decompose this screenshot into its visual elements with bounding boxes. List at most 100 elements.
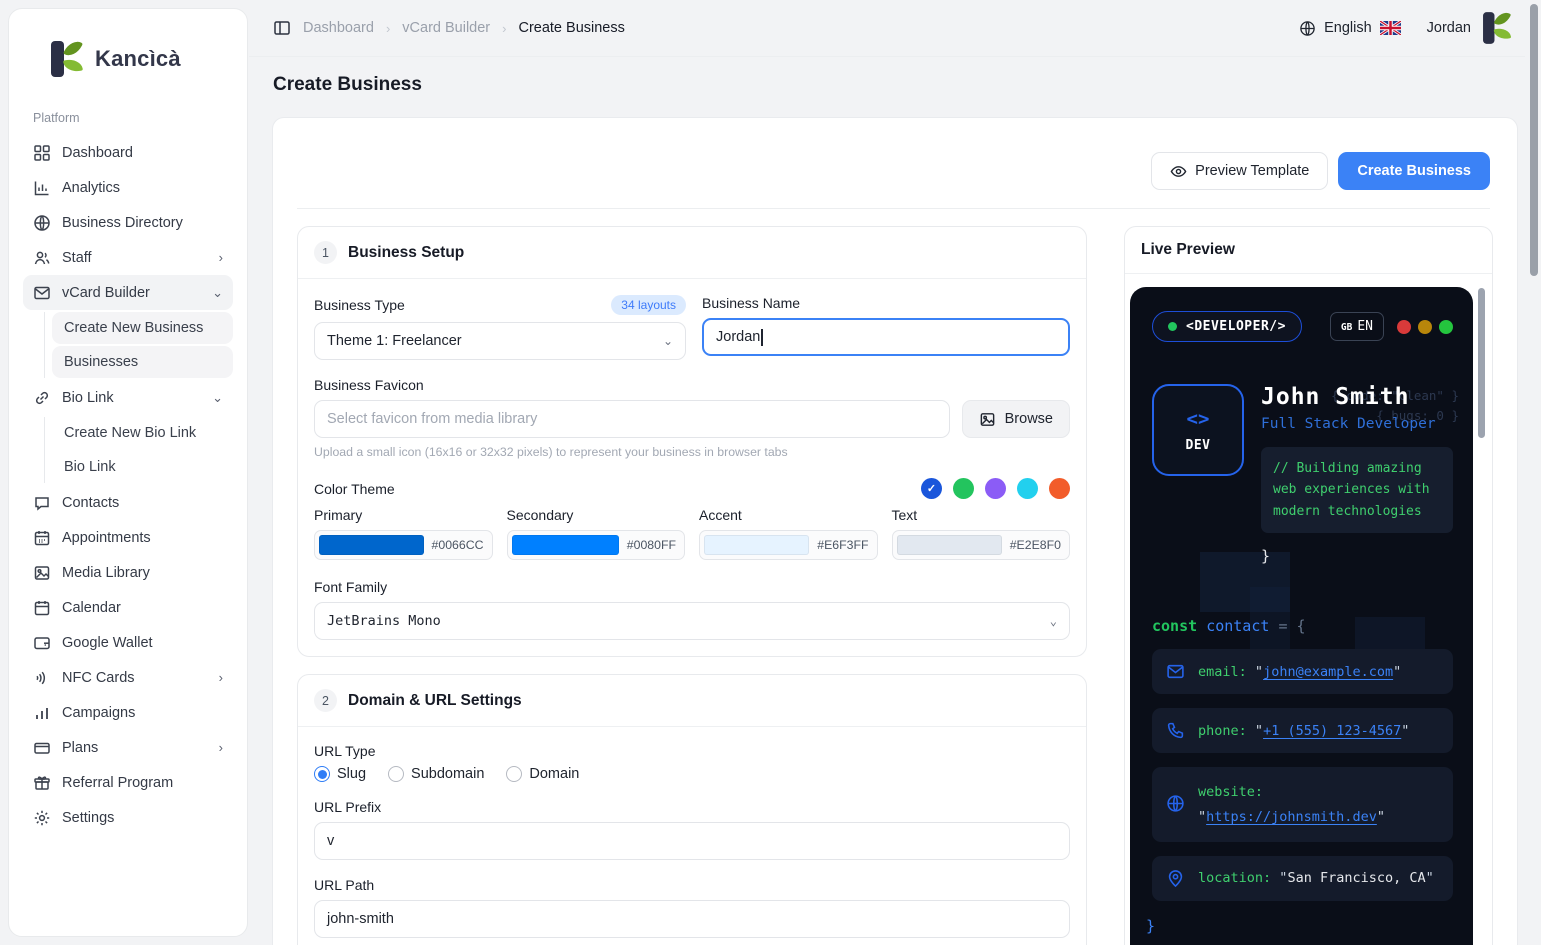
preset-cyan[interactable] <box>1017 478 1038 499</box>
accent-color-label: Accent <box>699 507 742 523</box>
section-title: Domain & URL Settings <box>348 691 522 709</box>
sidebar: Kancìcà Platform Dashboard Analytics Bus… <box>8 8 248 937</box>
page-scrollbar[interactable] <box>1530 4 1538 276</box>
code-brackets-icon: <> <box>1186 407 1210 430</box>
toolbar: Preview Template Create Business <box>1151 152 1490 190</box>
bars-icon <box>33 704 51 722</box>
color-presets: ✓ <box>921 478 1070 499</box>
text-color-picker[interactable]: #E2E8F0 <box>891 530 1070 560</box>
sidebar-item-analytics[interactable]: Analytics <box>23 170 233 205</box>
brace: } <box>1261 547 1271 566</box>
sidebar-item-nfc-cards[interactable]: NFC Cards › <box>23 660 233 695</box>
const-contact-line: const contact = { <box>1152 617 1306 636</box>
breadcrumb: Dashboard › vCard Builder › Create Busin… <box>273 19 625 37</box>
primary-color-picker[interactable]: #0066CC <box>314 530 493 560</box>
breadcrumb-vcard-builder[interactable]: vCard Builder <box>402 20 490 36</box>
business-type-label: Business Type <box>314 297 405 313</box>
chevron-down-icon: ⌄ <box>1049 614 1057 628</box>
email-link[interactable]: john@example.com <box>1263 664 1393 680</box>
live-preview-panel: Live Preview <DEVELOPER/> GB EN <> DEV {… <box>1124 226 1493 945</box>
browse-button[interactable]: Browse <box>961 400 1070 438</box>
phone-icon <box>1166 721 1185 740</box>
text-color-swatch <box>896 535 1002 555</box>
url-path-input[interactable]: john-smith <box>314 900 1070 938</box>
biolink-children: Create New Bio Link Bio Link <box>44 417 233 483</box>
layouts-badge: 34 layouts <box>611 295 686 315</box>
user-menu[interactable]: Jordan <box>1427 8 1515 48</box>
accent-color-swatch <box>704 535 810 555</box>
brace: } <box>1146 916 1156 935</box>
radio-selected-icon <box>314 766 330 782</box>
sidebar-item-contacts[interactable]: Contacts <box>23 485 233 520</box>
preset-green[interactable] <box>953 478 974 499</box>
language-switcher[interactable]: English <box>1299 20 1401 37</box>
main-card: Preview Template Create Business 1 Busin… <box>272 117 1518 945</box>
preset-purple[interactable] <box>985 478 1006 499</box>
website-link[interactable]: https://johnsmith.dev <box>1206 809 1377 825</box>
sidebar-toggle-icon[interactable] <box>273 19 291 37</box>
chat-icon <box>33 494 51 512</box>
sidebar-item-media-library[interactable]: Media Library <box>23 555 233 590</box>
business-name-input[interactable]: Jordan <box>702 318 1070 356</box>
radio-domain[interactable]: Domain <box>506 766 579 782</box>
sidebar-item-bio-link-child[interactable]: Bio Link <box>52 451 233 483</box>
primary-color-label: Primary <box>314 507 363 523</box>
sidebar-item-businesses[interactable]: Businesses <box>52 346 233 378</box>
color-theme-label: Color Theme <box>314 480 395 497</box>
gear-icon <box>33 809 51 827</box>
developer-badge: <DEVELOPER/> <box>1152 311 1302 342</box>
preview-template-button[interactable]: Preview Template <box>1151 152 1329 190</box>
vcard-preview: <DEVELOPER/> GB EN <> DEV {code: "clean… <box>1130 287 1473 945</box>
radio-subdomain[interactable]: Subdomain <box>388 766 484 782</box>
sidebar-item-plans[interactable]: Plans › <box>23 730 233 765</box>
email-icon <box>1166 662 1185 681</box>
breadcrumb-separator: › <box>385 20 391 36</box>
check-icon: ✓ <box>926 483 937 495</box>
preview-language-toggle[interactable]: GB EN <box>1329 312 1384 341</box>
sidebar-item-appointments[interactable]: Appointments <box>23 520 233 555</box>
sidebar-item-staff[interactable]: Staff › <box>23 240 233 275</box>
url-path-label: URL Path <box>314 877 375 893</box>
create-business-button[interactable]: Create Business <box>1338 152 1490 190</box>
contact-email-row: email: "john@example.com" <box>1152 649 1453 695</box>
topbar: Dashboard › vCard Builder › Create Busin… <box>249 0 1525 57</box>
breadcrumb-dashboard[interactable]: Dashboard <box>303 20 374 36</box>
secondary-color-label: Secondary <box>506 507 574 523</box>
chevron-down-icon: ⌄ <box>662 334 673 348</box>
image-icon <box>33 564 51 582</box>
sidebar-item-vcard-builder[interactable]: vCard Builder ⌄ <box>23 275 233 310</box>
preview-name: John Smith <box>1261 384 1410 410</box>
preset-orange[interactable] <box>1049 478 1070 499</box>
sidebar-item-settings[interactable]: Settings <box>23 800 233 835</box>
sidebar-item-bio-link[interactable]: Bio Link ⌄ <box>23 380 233 415</box>
step-badge: 2 <box>314 689 337 712</box>
radio-icon <box>388 766 405 782</box>
sidebar-item-dashboard[interactable]: Dashboard <box>23 135 233 170</box>
sidebar-item-create-new-business[interactable]: Create New Business <box>52 312 233 344</box>
url-prefix-input[interactable]: v <box>314 822 1070 860</box>
favicon-helper: Upload a small icon (16x16 or 32x32 pixe… <box>314 445 788 459</box>
preview-comment: // Building amazing web experiences with… <box>1261 447 1453 534</box>
brand[interactable]: Kancìcà <box>23 29 233 105</box>
phone-link[interactable]: +1 (555) 123-4567 <box>1263 723 1401 739</box>
business-type-select[interactable]: Theme 1: Freelancer ⌄ <box>314 322 686 360</box>
accent-color-picker[interactable]: #E6F3FF <box>699 530 878 560</box>
secondary-color-picker[interactable]: #0080FF <box>506 530 685 560</box>
sidebar-item-calendar[interactable]: Calendar <box>23 590 233 625</box>
business-setup-section: 1 Business Setup Business Type 34 layout… <box>297 226 1087 657</box>
radio-slug[interactable]: Slug <box>314 766 366 782</box>
favicon-input[interactable]: Select favicon from media library <box>314 400 950 438</box>
analytics-icon <box>33 179 51 197</box>
sidebar-item-campaigns[interactable]: Campaigns <box>23 695 233 730</box>
preset-blue[interactable]: ✓ <box>921 478 942 499</box>
font-family-select[interactable]: JetBrains Mono ⌄ <box>314 602 1070 640</box>
sidebar-item-referral-program[interactable]: Referral Program <box>23 765 233 800</box>
sidebar-item-business-directory[interactable]: Business Directory <box>23 205 233 240</box>
globe-icon <box>1299 20 1316 37</box>
globe-icon <box>33 214 51 232</box>
preview-scrollbar[interactable] <box>1478 288 1485 438</box>
brand-name: Kancìcà <box>95 46 181 71</box>
calendar-check-icon <box>33 529 51 547</box>
sidebar-item-google-wallet[interactable]: Google Wallet <box>23 625 233 660</box>
sidebar-item-create-new-bio-link[interactable]: Create New Bio Link <box>52 417 233 449</box>
